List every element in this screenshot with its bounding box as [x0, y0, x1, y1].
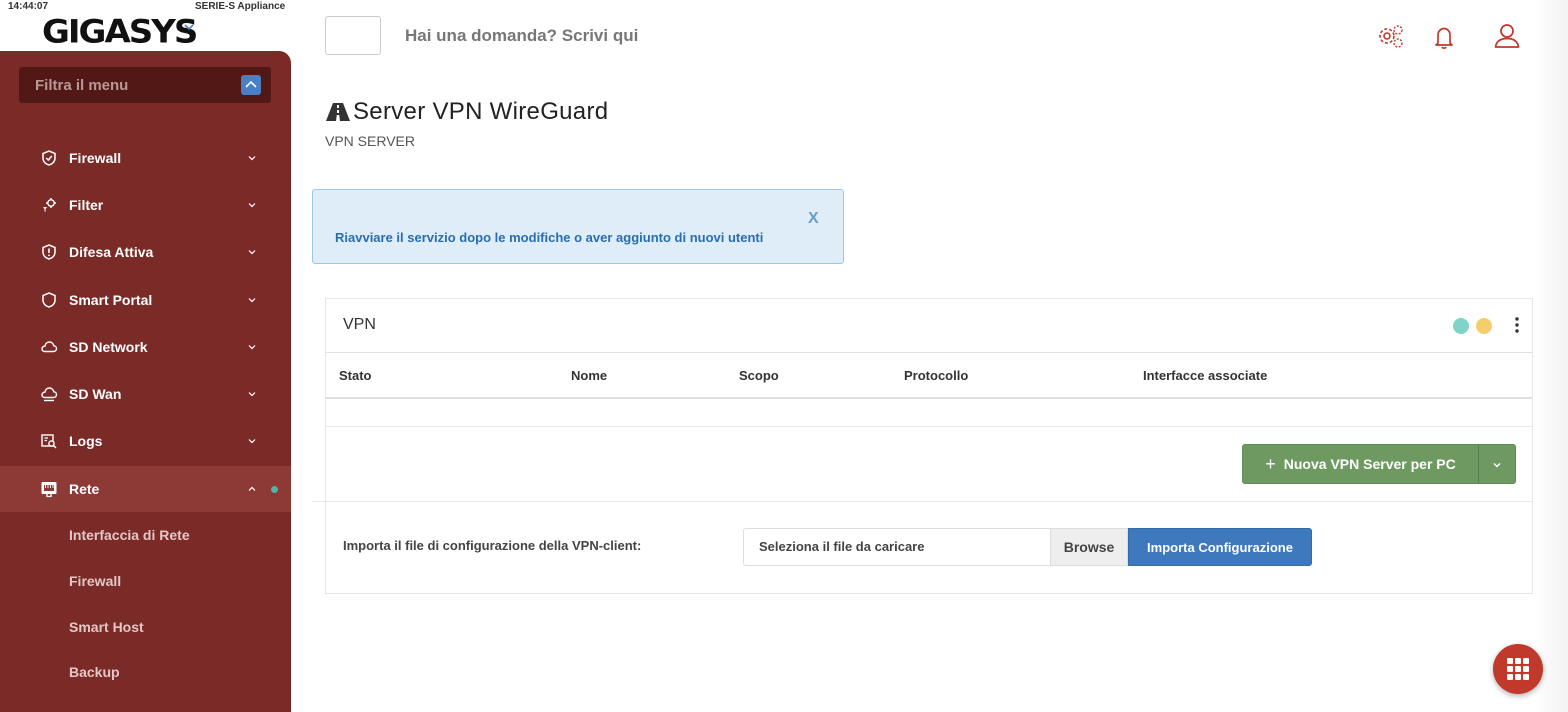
road-icon: [326, 103, 350, 121]
sidebar-item-label: Firewall: [69, 150, 122, 166]
column-header-interfacce-associate[interactable]: Interfacce associate: [1143, 368, 1267, 383]
browse-button[interactable]: Browse: [1050, 528, 1128, 566]
chevron-down-icon: [248, 392, 256, 397]
sidebar-item-sd-network[interactable]: SD Network: [0, 324, 291, 370]
page-subtitle: VPN SERVER: [325, 133, 415, 149]
sidebar-item-rete[interactable]: Rete: [0, 466, 291, 512]
sidebar-item-label: Filter: [69, 197, 104, 213]
sidebar-item-logs[interactable]: Logs: [0, 418, 291, 464]
column-header-nome[interactable]: Nome: [571, 368, 607, 383]
new-vpn-server-button[interactable]: + Nuova VPN Server per PC: [1242, 444, 1479, 484]
table-header: Stato Nome Scopo Protocollo Interfacce a…: [326, 352, 1532, 399]
shield-alert-icon: [42, 244, 56, 260]
sidebar-item-label: Rete: [69, 481, 100, 497]
chevron-down-icon: [248, 439, 256, 444]
sidebar-item-smart-portal[interactable]: Smart Portal: [0, 277, 291, 323]
header-box-button[interactable]: [325, 16, 381, 55]
column-header-protocollo[interactable]: Protocollo: [904, 368, 968, 383]
sidebar-subitem-firewall[interactable]: Firewall: [69, 573, 121, 589]
sidebar-item-label: Logs: [69, 433, 103, 449]
more-options-icon[interactable]: [1512, 315, 1522, 335]
sidebar-item-sd-wan[interactable]: SD Wan: [0, 371, 291, 417]
new-vpn-dropdown-toggle[interactable]: [1478, 444, 1516, 484]
question-search-prompt[interactable]: Hai una domanda? Scrivi qui: [405, 26, 638, 46]
log-search-icon: [41, 434, 57, 449]
shield-check-icon: [42, 150, 56, 166]
import-config-label: Importa il file di configurazione della …: [343, 538, 642, 553]
file-select-input[interactable]: Seleziona il file da caricare: [743, 528, 1050, 566]
panel-title: VPN: [343, 316, 376, 333]
bell-icon[interactable]: [1430, 22, 1460, 52]
sidebar-subitem-interfaccia-di-rete[interactable]: Interfaccia di Rete: [69, 527, 190, 543]
page-title-row: Server VPN WireGuard: [325, 98, 608, 126]
apps-grid-button[interactable]: [1493, 644, 1543, 694]
chevron-down-icon: [248, 345, 256, 350]
shield-icon: [42, 292, 56, 308]
filter-gear-icon: [43, 198, 56, 212]
chevron-down-icon: [248, 203, 256, 208]
collapse-menu-button[interactable]: [241, 75, 261, 95]
active-indicator-dot: [271, 486, 278, 493]
grid-icon: [1507, 658, 1529, 680]
sidebar-item-firewall[interactable]: Firewall: [0, 135, 291, 181]
chevron-down-icon: [248, 298, 256, 303]
column-header-scopo[interactable]: Scopo: [739, 368, 779, 383]
divider: [312, 501, 1532, 502]
sidebar-item-label: Smart Portal: [69, 292, 153, 308]
cloud-icon: [41, 341, 58, 353]
chevron-down-icon: [248, 250, 256, 255]
alert-close-button[interactable]: X: [808, 210, 819, 228]
sidebar-subitem-smart-host[interactable]: Smart Host: [69, 619, 144, 635]
alert-message: Riavviare il servizio dopo le modifiche …: [335, 230, 764, 245]
scroll-edge: [1533, 0, 1568, 712]
menu-filter-input[interactable]: [19, 67, 229, 103]
network-icon: [41, 482, 57, 498]
chevron-up-icon: [248, 486, 256, 491]
user-icon[interactable]: [1492, 21, 1522, 51]
brand-logo[interactable]: GIGASYS: [42, 13, 198, 51]
table-body-empty: [326, 399, 1532, 427]
import-config-button[interactable]: Importa Configurazione: [1128, 528, 1312, 566]
sidebar-item-label: Difesa Attiva: [69, 244, 154, 260]
chevron-up-icon: [245, 80, 257, 88]
chevron-down-icon: [248, 156, 256, 161]
page-title: Server VPN WireGuard: [353, 98, 609, 125]
status-dot-teal: [1453, 318, 1469, 334]
cloud-speed-icon: [41, 387, 58, 402]
sidebar-item-label: SD Wan: [69, 386, 122, 402]
column-header-stato[interactable]: Stato: [339, 368, 372, 383]
sidebar-subitem-backup[interactable]: Backup: [69, 664, 120, 680]
sidebar-item-label: SD Network: [69, 339, 148, 355]
chevron-down-icon: [1493, 463, 1501, 468]
sidebar-item-difesa-attiva[interactable]: Difesa Attiva: [0, 229, 291, 275]
menu-filter: [19, 67, 271, 103]
new-vpn-server-label: Nuova VPN Server per PC: [1283, 456, 1456, 472]
vpn-panel: VPN Stato Nome Scopo Protocollo Interfac…: [312, 298, 1533, 594]
sidebar-item-filter[interactable]: Filter: [0, 182, 291, 228]
plus-icon: +: [1265, 453, 1276, 474]
info-alert: Riavviare il servizio dopo le modifiche …: [312, 189, 844, 264]
chevron-down-icon[interactable]: [182, 20, 196, 34]
appliance-label: SERIE-S Appliance: [195, 1, 286, 12]
status-dot-yellow: [1476, 318, 1492, 334]
sidebar: Firewall Filter Difesa Attiva Smart Port…: [0, 51, 291, 712]
clock-time: 14:44:07: [8, 1, 49, 12]
settings-icon[interactable]: [1376, 22, 1406, 52]
